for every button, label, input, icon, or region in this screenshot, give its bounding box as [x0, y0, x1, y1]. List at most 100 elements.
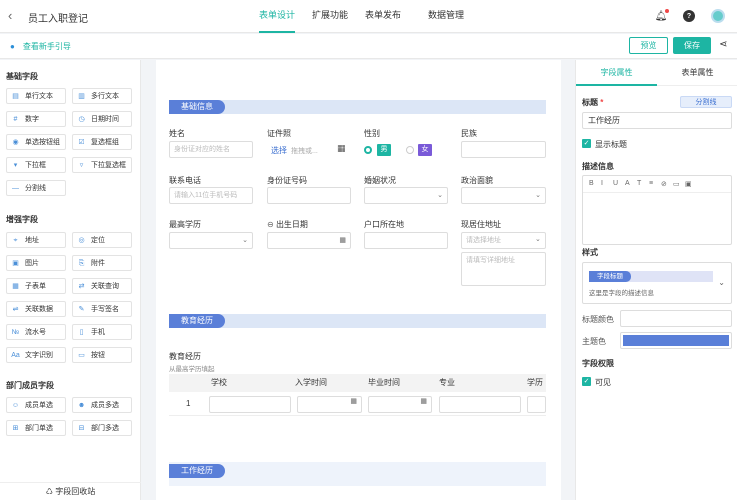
widget-basic-5[interactable]: ☑ 复选框组 [72, 134, 132, 150]
gender-label: 性别 [364, 129, 380, 138]
widget-basic-6[interactable]: ▾ 下拉框 [6, 157, 66, 173]
widget-enhanced-9[interactable]: ▯ 手机 [72, 324, 132, 340]
political-select[interactable]: ⌄ [461, 187, 546, 204]
enroll-date-cell[interactable]: ▦ [297, 396, 362, 413]
graduate-date-cell[interactable]: ▦ [368, 396, 432, 413]
dropdown-multi-icon: ▿ [79, 161, 84, 169]
title-prop-label: 标题 * [582, 97, 603, 108]
widget-label: 分割线 [25, 185, 46, 192]
visible-checkbox[interactable]: ✓ [582, 377, 591, 386]
theme-color-label: 主题色 [582, 337, 606, 346]
avatar[interactable] [711, 9, 725, 23]
preview-button[interactable]: 预览 [629, 37, 668, 54]
show-title-checkbox[interactable]: ✓ [582, 139, 591, 148]
qr-code-icon[interactable]: ▦ [337, 143, 346, 154]
address-label: 现居住地址 [461, 220, 501, 229]
main-nav: 表单设计 扩展功能 表单发布 数据管理 [259, 0, 481, 33]
widget-basic-0[interactable]: ▤ 单行文本 [6, 88, 66, 104]
widget-enhanced-0[interactable]: ⌖ 地址 [6, 232, 66, 248]
section-divider[interactable] [169, 100, 546, 114]
editor-tool-icon[interactable]: T [637, 180, 641, 187]
widget-enhanced-1[interactable]: ◎ 定位 [72, 232, 132, 248]
style-preview-desc: 这里是字段的描述信息 [589, 290, 654, 297]
widget-enhanced-4[interactable]: ▦ 子表单 [6, 278, 66, 294]
widget-enhanced-8[interactable]: № 流水号 [6, 324, 66, 340]
tab-form-properties[interactable]: 表单属性 [657, 60, 737, 86]
gender-female-radio[interactable] [406, 146, 414, 154]
title-color-fill [623, 313, 729, 324]
widget-basic-4[interactable]: ◉ 单选按钮组 [6, 134, 66, 150]
widget-label: 日期时间 [91, 116, 119, 123]
editor-tool-icon[interactable]: ▣ [685, 180, 692, 188]
ethnic-label: 民族 [461, 129, 477, 138]
gender-male-radio[interactable] [364, 146, 372, 154]
editor-tool-icon[interactable]: I [601, 180, 603, 187]
style-label: 样式 [582, 248, 598, 257]
widget-enhanced-2[interactable]: ▣ 图片 [6, 255, 66, 271]
degree-cell[interactable] [527, 396, 546, 413]
education-select[interactable]: ⌄ [169, 232, 253, 249]
share-icon[interactable]: ⋖ [719, 39, 727, 50]
tab-data-management[interactable]: 数据管理 [428, 0, 464, 33]
widget-dept-3[interactable]: ⊟ 部门多选 [72, 420, 132, 436]
editor-tool-icon[interactable]: A [625, 180, 630, 187]
description-editor[interactable]: B I U A T ≡ ⊘ ▭ ▣ [582, 175, 732, 245]
id-number-input[interactable] [267, 187, 351, 204]
major-cell[interactable] [439, 396, 521, 413]
photo-select-link[interactable]: 选择 [271, 145, 287, 156]
widget-basic-2[interactable]: # 数字 [6, 111, 66, 127]
enhanced-fields-title: 增强字段 [6, 215, 38, 224]
widget-basic-8[interactable]: — 分割线 [6, 180, 66, 196]
tab-publish[interactable]: 表单发布 [365, 0, 401, 33]
hukou-input[interactable] [364, 232, 448, 249]
phone-input[interactable]: 请输入11位手机号码 [169, 187, 253, 204]
guide-link[interactable]: ● 查看新手引导 [10, 41, 71, 52]
widget-dept-0[interactable]: ☺ 成员单选 [6, 397, 66, 413]
field-recycle-bin[interactable]: ♺ 字段回收站 [0, 482, 141, 500]
top-bar: ‹ 员工入职登记 表单设计 扩展功能 表单发布 数据管理 🔔︎ ? [0, 0, 737, 33]
tab-extensions[interactable]: 扩展功能 [312, 0, 348, 33]
address-select[interactable]: 请选择地址 [461, 232, 546, 249]
notification-bell-icon[interactable]: 🔔︎ [655, 9, 669, 22]
calendar-icon: ▦ [350, 398, 357, 405]
editor-tool-icon[interactable]: B [589, 180, 594, 187]
style-select[interactable]: 字段标题 这里是字段的描述信息 ⌄ [582, 262, 732, 304]
section-divider[interactable] [169, 314, 546, 328]
address-detail-input[interactable]: 请填写详细地址 [461, 252, 546, 286]
widget-enhanced-6[interactable]: ⇌ 关联数据 [6, 301, 66, 317]
school-cell[interactable] [209, 396, 291, 413]
widget-enhanced-7[interactable]: ✎ 手写签名 [72, 301, 132, 317]
dropdown-icon: ▾ [13, 161, 18, 169]
table-row: 1 ▦ ▦ [169, 392, 546, 416]
ethnic-input[interactable] [461, 141, 546, 158]
editor-tool-icon[interactable]: ≡ [649, 180, 653, 187]
field-type-badge[interactable]: 分割线 [680, 96, 732, 108]
widget-dept-1[interactable]: ☻ 成员多选 [72, 397, 132, 413]
widget-enhanced-5[interactable]: ⇄ 关联查询 [72, 278, 132, 294]
widget-basic-1[interactable]: ▥ 多行文本 [72, 88, 132, 104]
tab-form-design[interactable]: 表单设计 [259, 0, 296, 33]
widget-enhanced-3[interactable]: ⎘ 附件 [72, 255, 132, 271]
editor-tool-icon[interactable]: ▭ [673, 180, 680, 188]
widget-enhanced-11[interactable]: ▭ 按钮 [72, 347, 132, 363]
save-button[interactable]: 保存 [673, 37, 711, 54]
widget-dept-2[interactable]: ⊞ 部门单选 [6, 420, 66, 436]
location-icon: ◎ [78, 236, 85, 244]
title-color-picker[interactable] [620, 310, 732, 327]
widget-basic-7[interactable]: ▿ 下拉复选框 [72, 157, 132, 173]
birth-date-input[interactable]: ▦ [267, 232, 351, 249]
name-input[interactable]: 身份证对应的姓名 [169, 141, 253, 158]
help-icon[interactable]: ? [683, 10, 695, 22]
section-divider[interactable] [169, 462, 546, 486]
widget-enhanced-10[interactable]: Aa 文字识别 [6, 347, 66, 363]
tab-field-properties[interactable]: 字段属性 [576, 60, 657, 86]
subform-icon: ▦ [12, 282, 19, 290]
marital-select[interactable]: ⌄ [364, 187, 448, 204]
table-header: 学校 入学时间 毕业时间 专业 学历 [169, 374, 546, 392]
editor-tool-icon[interactable]: U [613, 180, 618, 187]
widget-basic-3[interactable]: ◷ 日期时间 [72, 111, 132, 127]
back-arrow-icon[interactable]: ‹ [8, 8, 12, 23]
theme-color-picker[interactable] [620, 332, 732, 349]
title-input[interactable]: 工作经历 [582, 112, 732, 129]
editor-tool-icon[interactable]: ⊘ [661, 180, 667, 188]
